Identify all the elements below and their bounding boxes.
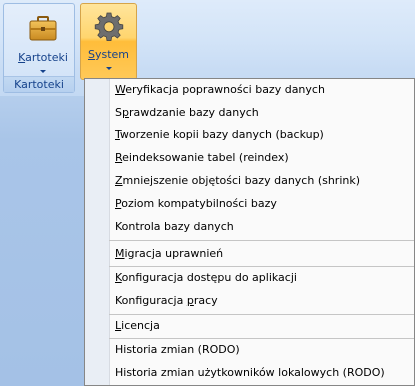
menu-item-shrink[interactable]: Zmniejszenie objętości bazy danych (shri… xyxy=(115,171,360,191)
menu-item-history-local-users[interactable]: Historia zmian użytkowników lokalowych (… xyxy=(115,363,385,383)
menu-item-check-db[interactable]: Sprawdzanie bazy danych xyxy=(115,103,259,123)
menu-separator xyxy=(109,266,414,267)
system-button[interactable]: System xyxy=(80,3,137,80)
menu-item-license[interactable]: Licencja xyxy=(115,316,160,336)
kartoteki-label: Kartoteki xyxy=(18,51,68,64)
menu-item-reindex[interactable]: Reindeksowanie tabel (reindex) xyxy=(115,148,289,168)
menu-item-work-config[interactable]: Konfiguracja pracy xyxy=(115,291,218,311)
menu-item-compat-level[interactable]: Poziom kompatybilności bazy xyxy=(115,194,277,214)
menu-gutter xyxy=(85,79,110,385)
group-label: Kartoteki xyxy=(4,76,74,92)
ribbon-group-kartoteki: Kartoteki Kartoteki xyxy=(3,3,75,93)
chevron-down-icon xyxy=(40,70,46,73)
menu-item-backup[interactable]: Tworzenie kopii bazy danych (backup) xyxy=(115,125,324,145)
menu-item-db-control[interactable]: Kontrola bazy danych xyxy=(115,217,234,237)
chevron-down-icon xyxy=(105,67,112,70)
briefcase-icon xyxy=(27,13,59,45)
kartoteki-button[interactable]: Kartoteki xyxy=(13,9,73,79)
menu-separator xyxy=(109,240,414,241)
menu-item-migrate-permissions[interactable]: Migracja uprawnień xyxy=(115,244,223,264)
system-dropdown-menu: Weryfikacja poprawności bazy danych Spra… xyxy=(84,78,415,386)
menu-separator xyxy=(109,338,414,339)
menu-separator xyxy=(109,314,414,315)
menu-item-access-config[interactable]: Konfiguracja dostępu do aplikacji xyxy=(115,268,297,288)
menu-item-history-rodo[interactable]: Historia zmian (RODO) xyxy=(115,340,240,360)
system-label: System xyxy=(87,48,130,61)
menu-item-verify-db[interactable]: Weryfikacja poprawności bazy danych xyxy=(115,80,325,100)
gear-icon xyxy=(93,10,125,42)
